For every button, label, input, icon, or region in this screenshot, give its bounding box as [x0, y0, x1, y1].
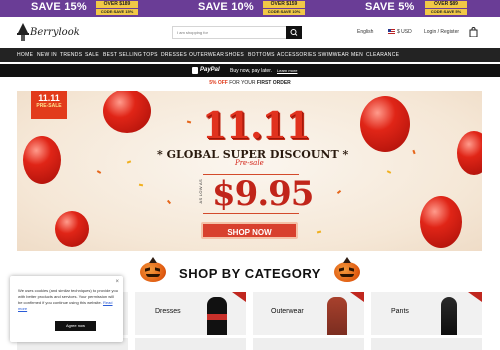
confetti-piece — [316, 230, 322, 234]
balloon-decoration — [420, 196, 462, 248]
currency-selector[interactable]: $ USD — [388, 29, 412, 35]
promo-threshold: OVER $189 — [96, 1, 138, 8]
confetti-piece — [336, 189, 342, 195]
balloon-decoration — [103, 91, 151, 133]
nav-item-home[interactable]: HOME — [17, 52, 33, 58]
category-label: Pants — [391, 308, 409, 315]
agree-now-button[interactable]: Agree now — [55, 321, 96, 331]
category-label: Dresses — [155, 308, 181, 315]
search-icon — [290, 29, 298, 36]
confetti-piece — [412, 149, 416, 155]
witch-hat-icon — [17, 23, 29, 41]
confetti-piece — [138, 183, 144, 187]
paypal-learn-more-link[interactable]: Learn more — [277, 68, 297, 73]
balloon-decoration — [360, 96, 410, 152]
nav-item-trends[interactable]: TRENDS — [60, 52, 82, 58]
login-register-link[interactable]: Login / Register — [424, 29, 459, 35]
hero-banner[interactable]: 11.11 PRE-SALE 11.11 * GLOBAL SUPER DISC… — [17, 91, 482, 251]
close-icon[interactable]: × — [115, 279, 119, 285]
search-box[interactable] — [172, 26, 302, 39]
site-header: Berrylook English $ USD Login / Register — [0, 17, 500, 48]
sale-corner-tag — [468, 292, 482, 302]
confetti-piece — [96, 170, 102, 174]
promo-threshold: OVER $159 — [263, 1, 305, 8]
paypal-message: Buy now, pay later. — [230, 68, 272, 74]
category-label: Outerwear — [271, 308, 304, 315]
promo-banner[interactable]: SAVE 15% OVER $189 CODE:SAVE 15% SAVE 10… — [0, 0, 500, 17]
search-button[interactable] — [286, 26, 302, 39]
promo-code: CODE:SAVE 10% — [263, 9, 305, 15]
sale-corner-tag — [232, 292, 246, 302]
nav-item-tops[interactable]: TOPS — [143, 52, 158, 58]
nav-item-dresses[interactable]: DRESSES — [161, 52, 187, 58]
pumpkin-icon — [334, 257, 360, 282]
category-tile-dresses[interactable]: Dresses — [135, 292, 246, 335]
presale-badge-date: 11.11 — [38, 93, 60, 103]
balloon-decoration — [23, 136, 61, 184]
site-logo[interactable]: Berrylook — [17, 21, 80, 45]
offer-middle-text: FOR YOUR — [227, 80, 257, 86]
paypal-brand: PayPal — [200, 67, 220, 73]
promo-save-label: SAVE 5% — [365, 1, 415, 13]
category-tile-outerwear[interactable]: Outerwear — [253, 292, 364, 335]
nav-item-best-selling[interactable]: BEST SELLING — [103, 52, 142, 58]
paypal-banner: PayPal Buy now, pay later. Learn more — [0, 64, 500, 77]
promo-threshold: OVER $89 — [425, 1, 467, 8]
category-tile-pants[interactable]: Pants — [371, 292, 482, 335]
first-order-offer: 5% OFF FOR YOUR FIRST ORDER — [0, 78, 500, 89]
confetti-piece — [386, 170, 392, 174]
hero-price: $9.95 — [212, 174, 314, 214]
nav-item-swimwear[interactable]: SWIMWEAR — [318, 52, 349, 58]
cookie-message: We uses cookies (and similar techniques)… — [18, 288, 118, 312]
promo-segment-3[interactable]: SAVE 5% OVER $89 CODE:SAVE 5% — [334, 0, 500, 17]
category-tile-row2[interactable] — [135, 338, 246, 350]
promo-code: CODE:SAVE 5% — [425, 9, 467, 15]
category-tile-row2[interactable] — [371, 338, 482, 350]
hero-presale-script: Pre-sale — [235, 159, 264, 167]
offer-first-order: FIRST ORDER — [256, 80, 291, 86]
promo-save-label: SAVE 15% — [31, 1, 87, 13]
nav-item-shoes[interactable]: SHOES — [225, 52, 244, 58]
confetti-piece — [186, 120, 192, 124]
nav-item-outerwear[interactable]: OUTERWEAR — [189, 52, 224, 58]
shop-now-button[interactable]: SHOP NOW — [201, 222, 298, 239]
main-nav: HOME NEW IN TRENDS SALE BEST SELLING TOP… — [0, 48, 500, 62]
confetti-piece — [126, 160, 132, 164]
presale-badge-label: PRE-SALE — [36, 103, 62, 109]
hero-1111-headline: 11.11 — [202, 105, 311, 147]
pants-product-image — [441, 297, 457, 335]
presale-badge: 11.11 PRE-SALE — [31, 91, 67, 119]
promo-segment-2[interactable]: SAVE 10% OVER $159 CODE:SAVE 10% — [167, 0, 334, 17]
balloon-decoration — [55, 211, 89, 247]
language-selector[interactable]: English — [357, 29, 373, 35]
nav-item-bottoms[interactable]: BOTTOMS — [248, 52, 275, 58]
currency-label: $ USD — [397, 29, 412, 35]
outerwear-product-image — [327, 297, 347, 335]
sale-corner-tag — [350, 292, 364, 302]
balloon-decoration — [457, 131, 482, 175]
shopping-bag-icon[interactable] — [469, 27, 478, 37]
paypal-icon — [192, 67, 198, 74]
offer-percent: 5% OFF — [209, 80, 228, 86]
confetti-piece — [166, 199, 172, 205]
nav-item-sale[interactable]: SALE — [85, 52, 99, 58]
category-tile-row2[interactable] — [253, 338, 364, 350]
promo-segment-1[interactable]: SAVE 15% OVER $189 CODE:SAVE 15% — [0, 0, 167, 17]
promo-save-label: SAVE 10% — [198, 1, 254, 13]
cookie-consent-popup: × We uses cookies (and similar technique… — [10, 276, 123, 342]
us-flag-icon — [388, 29, 395, 34]
nav-item-new-in[interactable]: NEW IN — [37, 52, 57, 58]
nav-item-accessories[interactable]: ACCESSORIES — [277, 52, 316, 58]
nav-item-men[interactable]: MEN — [351, 52, 363, 58]
search-input[interactable] — [173, 27, 283, 38]
dress-product-image — [207, 297, 227, 335]
as-low-as-label: AS LOW AS — [198, 179, 203, 204]
promo-code: CODE:SAVE 15% — [96, 9, 138, 15]
logo-text: Berrylook — [30, 27, 80, 38]
nav-item-clearance[interactable]: CLEARANCE — [366, 52, 399, 58]
